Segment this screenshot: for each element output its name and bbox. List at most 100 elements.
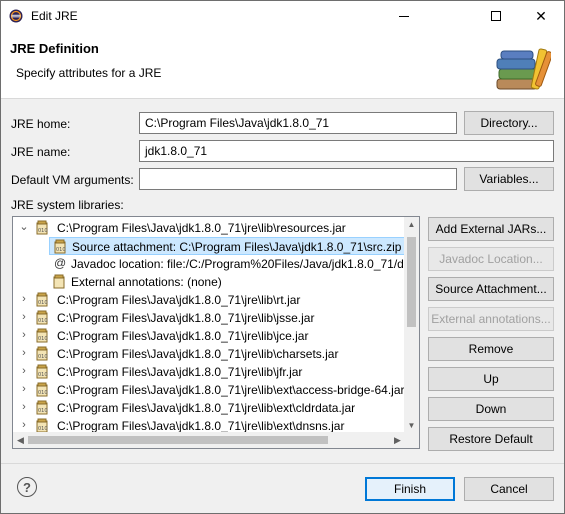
tree-row-label: C:\Program Files\Java\jdk1.8.0_71\jre\li… — [57, 329, 309, 343]
tree-row-label: C:\Program Files\Java\jdk1.8.0_71\jre\li… — [57, 401, 356, 415]
tree-row-javadoc-location[interactable]: @ Javadoc location: file:/C:/Program%20F… — [49, 255, 405, 273]
external-annotations-icon — [53, 274, 65, 289]
maximize-icon — [491, 11, 501, 21]
javadoc-location-label: Javadoc Location... — [439, 252, 543, 266]
variables-button-label: Variables... — [479, 172, 539, 186]
jar-icon: 010 — [36, 364, 48, 379]
jar-icon: 010 — [36, 328, 48, 343]
directory-button[interactable]: Directory... — [464, 111, 554, 135]
tree-row-label: C:\Program Files\Java\jdk1.8.0_71\jre\li… — [57, 383, 405, 397]
svg-text:010: 010 — [38, 390, 48, 396]
tree-row-label: C:\Program Files\Java\jdk1.8.0_71\jre\li… — [57, 221, 346, 235]
up-label: Up — [483, 372, 499, 386]
tree-vertical-scrollbar[interactable]: ▲ ▼ — [404, 217, 419, 433]
window-title: Edit JRE — [31, 9, 78, 23]
expand-twisty-icon[interactable]: › — [19, 383, 29, 395]
tree-row-label: External annotations: (none) — [71, 275, 222, 289]
eclipse-icon — [9, 9, 23, 23]
jar-icon: 010 — [36, 400, 48, 415]
source-attachment-icon: 010 — [54, 239, 66, 254]
external-annotations-label: External annotations... — [431, 312, 551, 326]
jar-icon: 010 — [36, 382, 48, 397]
javadoc-icon: @ — [54, 256, 67, 270]
source-attachment-button[interactable]: Source Attachment... — [428, 277, 554, 301]
remove-label: Remove — [468, 342, 514, 356]
up-button[interactable]: Up — [428, 367, 554, 391]
expand-twisty-icon[interactable]: › — [19, 329, 29, 341]
minimize-icon — [399, 15, 409, 17]
source-attachment-label: Source Attachment... — [435, 282, 547, 296]
expand-twisty-icon[interactable]: › — [19, 419, 29, 431]
finish-button[interactable]: Finish — [365, 477, 455, 501]
down-button[interactable]: Down — [428, 397, 554, 421]
svg-text:010: 010 — [56, 247, 66, 253]
jre-home-field[interactable]: C:\Program Files\Java\jdk1.8.0_71 — [139, 112, 457, 134]
external-annotations-button[interactable]: External annotations... — [428, 307, 554, 331]
svg-text:010: 010 — [38, 300, 48, 306]
horizontal-scroll-thumb[interactable] — [28, 436, 328, 444]
variables-button[interactable]: Variables... — [464, 167, 554, 191]
scroll-corner — [404, 432, 419, 448]
maximize-button[interactable] — [473, 1, 519, 31]
jre-libraries-tree[interactable]: ⌄ 010 C:\Program Files\Java\jdk1.8.0_71\… — [12, 216, 420, 449]
add-external-jars-label: Add External JARs... — [435, 222, 547, 236]
title-bar: Edit JRE ✕ — [1, 1, 564, 31]
scroll-left-arrow-icon[interactable]: ◀ — [13, 432, 28, 448]
tree-row-label: C:\Program Files\Java\jdk1.8.0_71\jre\li… — [57, 293, 301, 307]
collapse-twisty-icon[interactable]: ⌄ — [19, 221, 29, 233]
tree-row-resources-jar[interactable]: ⌄ 010 C:\Program Files\Java\jdk1.8.0_71\… — [13, 219, 405, 237]
svg-text:010: 010 — [38, 228, 48, 234]
tree-row-label: C:\Program Files\Java\jdk1.8.0_71\jre\li… — [57, 419, 345, 433]
jre-name-field[interactable]: jdk1.8.0_71 — [139, 140, 554, 162]
expand-twisty-icon[interactable]: › — [19, 401, 29, 413]
vertical-scroll-thumb[interactable] — [407, 237, 416, 327]
page-title: JRE Definition — [10, 41, 99, 56]
jar-icon: 010 — [36, 346, 48, 361]
svg-text:010: 010 — [38, 372, 48, 378]
jre-books-icon — [496, 48, 551, 90]
wizard-header: JRE Definition Specify attributes for a … — [1, 31, 564, 99]
remove-button[interactable]: Remove — [428, 337, 554, 361]
close-button[interactable]: ✕ — [518, 1, 564, 31]
tree-horizontal-scrollbar[interactable]: ◀ ▶ — [13, 432, 405, 448]
expand-twisty-icon[interactable]: › — [19, 347, 29, 359]
jre-home-label: JRE home: — [11, 117, 71, 131]
scroll-up-arrow-icon[interactable]: ▲ — [404, 217, 419, 232]
javadoc-location-button[interactable]: Javadoc Location... — [428, 247, 554, 271]
tree-row-external-annotations[interactable]: External annotations: (none) — [49, 273, 405, 291]
tree-row-jar[interactable]: › 010 C:\Program Files\Java\jdk1.8.0_71\jr… — [13, 309, 405, 327]
cancel-label: Cancel — [490, 482, 528, 496]
jar-icon: 010 — [36, 292, 48, 307]
minimize-button[interactable] — [381, 1, 427, 31]
down-label: Down — [475, 402, 507, 416]
expand-twisty-icon[interactable]: › — [19, 311, 29, 323]
directory-button-label: Directory... — [480, 116, 538, 130]
tree-row-jar[interactable]: › 010 C:\Program Files\Java\jdk1.8.0_71\jr… — [13, 381, 405, 399]
tree-row-label: Source attachment: C:\Program Files\Java… — [72, 240, 402, 254]
tree-row-label: Javadoc location: file:/C:/Program%20Fil… — [71, 257, 404, 271]
tree-row-jar[interactable]: › 010 C:\Program Files\Java\jdk1.8.0_71\jr… — [13, 291, 405, 309]
add-external-jars-button[interactable]: Add External JARs... — [428, 217, 554, 241]
restore-default-button[interactable]: Restore Default — [428, 427, 554, 451]
tree-row-jar[interactable]: › 010 C:\Program Files\Java\jdk1.8.0_71\jr… — [13, 363, 405, 381]
help-icon[interactable]: ? — [17, 477, 37, 497]
tree-row-source-attachment[interactable]: 010 Source attachment: C:\Program Files\… — [49, 237, 405, 255]
tree-row-jar[interactable]: › 010 C:\Program Files\Java\jdk1.8.0_71\jr… — [13, 399, 405, 417]
jar-icon: 010 — [36, 220, 48, 235]
svg-text:010: 010 — [38, 408, 48, 414]
tree-row-label: C:\Program Files\Java\jdk1.8.0_71\jre\li… — [57, 311, 315, 325]
tree-row-jar[interactable]: › 010 C:\Program Files\Java\jdk1.8.0_71\jr… — [13, 345, 405, 363]
scroll-down-arrow-icon[interactable]: ▼ — [404, 418, 419, 433]
expand-twisty-icon[interactable]: › — [19, 365, 29, 377]
svg-text:010: 010 — [38, 318, 48, 324]
restore-default-label: Restore Default — [449, 432, 533, 446]
tree-row-jar[interactable]: › 010 C:\Program Files\Java\jdk1.8.0_71\jr… — [13, 327, 405, 345]
scroll-right-arrow-icon[interactable]: ▶ — [390, 432, 405, 448]
jar-icon: 010 — [36, 310, 48, 325]
expand-twisty-icon[interactable]: › — [19, 293, 29, 305]
svg-text:010: 010 — [38, 336, 48, 342]
jar-icon: 010 — [36, 418, 48, 433]
vm-args-field[interactable] — [139, 168, 457, 190]
cancel-button[interactable]: Cancel — [464, 477, 554, 501]
svg-text:010: 010 — [38, 354, 48, 360]
